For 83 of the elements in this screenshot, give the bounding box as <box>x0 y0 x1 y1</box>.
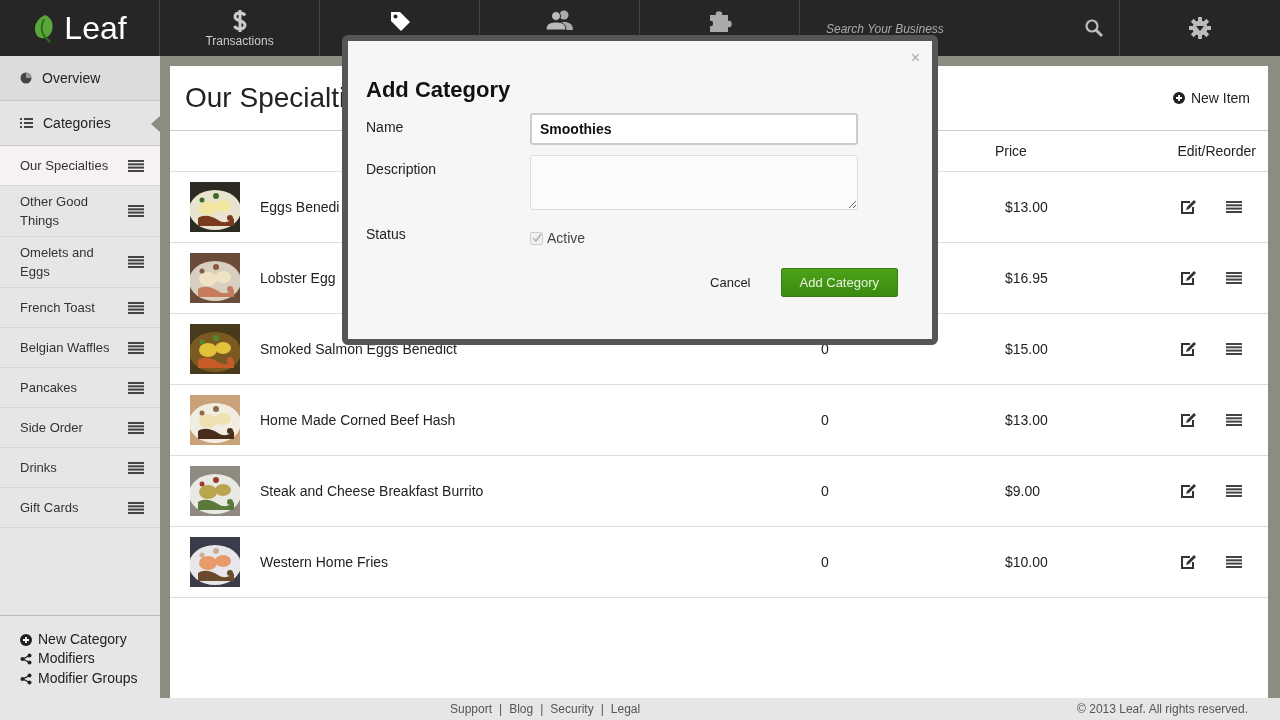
footer-link[interactable]: Legal <box>610 702 641 716</box>
category-item[interactable]: Belgian Waffles <box>0 328 160 368</box>
edit-icon[interactable] <box>1180 270 1196 286</box>
separator: | <box>600 702 604 716</box>
table-cell-text: 0 <box>820 554 830 570</box>
table-cell-text: $10.00 <box>1005 554 1049 570</box>
page-title: Our Specialti <box>185 82 346 114</box>
puzzle-icon <box>707 10 732 32</box>
table-cell-text: 0 <box>820 412 830 428</box>
share-icon <box>20 672 32 685</box>
dialog-title: Add Category <box>366 77 512 103</box>
edit-icon[interactable] <box>1180 199 1196 215</box>
sidebar-link[interactable]: Modifier Groups <box>20 668 160 688</box>
settings-icon[interactable] <box>1189 17 1211 39</box>
drag-handle-icon[interactable] <box>128 381 144 394</box>
people-icon <box>544 10 575 30</box>
drag-handle-icon[interactable] <box>128 256 144 268</box>
table-cell-text: $16.95 <box>1005 270 1049 286</box>
table-cell: Home Made Corned Beef Hash <box>260 412 456 428</box>
category-item[interactable]: Drinks <box>0 448 160 488</box>
copyright-text: © 2013 Leaf. All rights reserved. <box>1077 702 1248 716</box>
separator: | <box>499 702 503 716</box>
share-icon <box>20 653 32 665</box>
drag-handle-icon[interactable] <box>128 461 144 474</box>
table-cell-text: $15.00 <box>1005 341 1049 357</box>
edit-icon[interactable] <box>1180 341 1196 357</box>
plus-circle-icon <box>1172 92 1185 104</box>
pie-chart-icon <box>20 72 32 84</box>
checkbox-label: Active <box>547 230 586 246</box>
category-item[interactable]: Side Order <box>0 408 160 448</box>
table-cell-text: $13.00 <box>1005 199 1049 215</box>
drag-handle-icon[interactable] <box>1225 414 1242 426</box>
category-item[interactable]: Omelets and Eggs <box>0 237 160 288</box>
table-cell: Lobster Egg <box>260 270 336 286</box>
tag-icon <box>388 10 411 32</box>
table-cell-text: $13.00 <box>1005 412 1049 428</box>
footer-link[interactable]: Support <box>450 702 493 716</box>
pointer-icon <box>151 116 160 132</box>
sidebar-link[interactable]: New Category <box>20 629 160 649</box>
drag-handle-icon[interactable] <box>1225 201 1242 213</box>
edit-icon[interactable] <box>1180 483 1196 499</box>
drag-handle-icon[interactable] <box>128 205 144 217</box>
drag-handle-icon[interactable] <box>128 301 144 314</box>
edit-icon[interactable] <box>1180 554 1196 570</box>
column-header: Price <box>995 143 1028 159</box>
table-cell: Eggs Benedi <box>260 199 340 215</box>
category-item[interactable]: Gift Cards <box>0 488 160 528</box>
list-icon <box>20 118 33 128</box>
drag-handle-icon[interactable] <box>1225 272 1242 284</box>
category-item[interactable]: Pancakes <box>0 368 160 408</box>
field-label: Description <box>366 160 438 177</box>
field-label: Status <box>366 225 407 242</box>
drag-handle-icon[interactable] <box>128 501 144 514</box>
footer-link[interactable]: Security <box>550 702 594 716</box>
name-field[interactable]: Smoothies <box>530 113 858 145</box>
category-item[interactable]: French Toast <box>0 288 160 328</box>
cancel-button[interactable]: Cancel <box>704 274 757 291</box>
edit-icon[interactable] <box>1180 412 1196 428</box>
category-item[interactable]: Other Good Things <box>0 186 160 237</box>
footer-link[interactable]: Blog <box>509 702 534 716</box>
sidebar-link[interactable]: Modifiers <box>20 649 160 669</box>
dollar-icon <box>232 10 247 32</box>
drag-handle-icon[interactable] <box>128 341 144 354</box>
new-item-button[interactable]: New Item <box>1166 89 1256 107</box>
search-field[interactable]: Search Your Business <box>826 22 1077 36</box>
drag-handle-icon[interactable] <box>128 421 144 434</box>
brand-name: Leaf <box>64 9 127 47</box>
drag-handle-icon[interactable] <box>1225 485 1242 497</box>
plus-circle-icon <box>20 633 32 646</box>
table-cell: Western Home Fries <box>260 554 389 570</box>
category-item[interactable]: Our Specialties <box>0 146 160 186</box>
table-cell-text: $9.00 <box>1005 483 1042 499</box>
separator: | <box>540 702 544 716</box>
drag-handle-icon[interactable] <box>1225 556 1242 568</box>
field-label: Name <box>366 118 405 135</box>
drag-handle-icon[interactable] <box>128 159 144 172</box>
table-cell-text: 0 <box>820 483 830 499</box>
search-icon[interactable] <box>1085 19 1103 37</box>
table-cell: Steak and Cheese Breakfast Burrito <box>260 483 484 499</box>
drag-handle-icon[interactable] <box>1225 343 1242 355</box>
description-field[interactable] <box>530 155 858 210</box>
column-header: Edit/Reorder <box>1176 143 1257 159</box>
sidebar-section[interactable]: Overview <box>0 56 160 101</box>
